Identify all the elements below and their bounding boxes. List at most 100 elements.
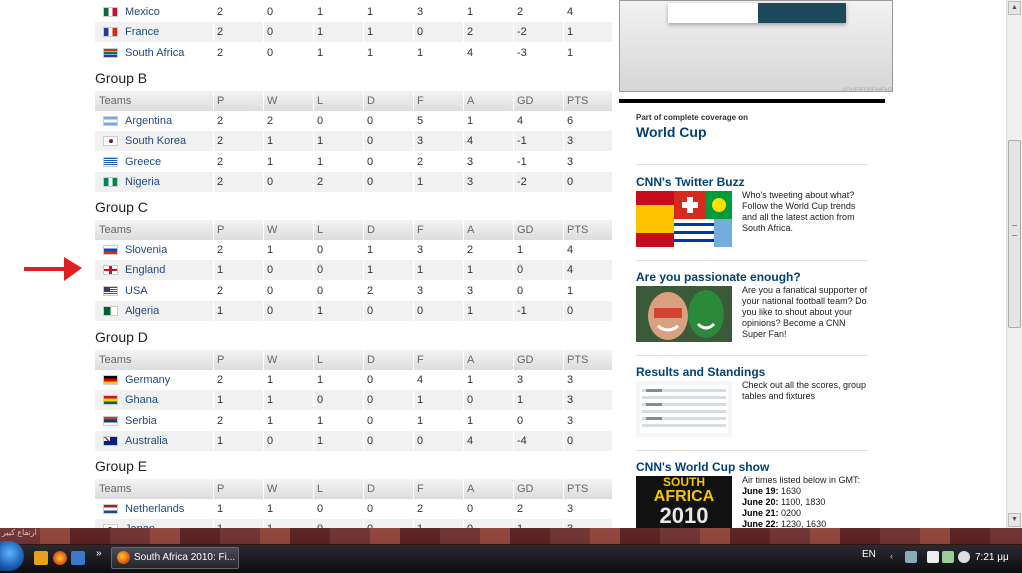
stat-cell: 4 (563, 2, 612, 22)
column-header: F (413, 479, 463, 499)
stat-cell: 0 (263, 42, 313, 63)
stat-cell: 2 (213, 111, 263, 131)
tray-app-icon[interactable] (927, 551, 939, 563)
advertisement-box[interactable] (619, 0, 893, 92)
flags-collage-image[interactable] (636, 191, 732, 247)
stat-cell: 1 (413, 519, 463, 528)
stat-cell: 1 (313, 2, 363, 22)
team-link[interactable]: Nigeria (125, 172, 160, 192)
table-header: Teams P W L D F A GD PTS (95, 350, 612, 370)
team-link[interactable]: France (125, 22, 159, 42)
team-link[interactable]: Japan (125, 519, 155, 528)
table-row: South Africa 2 0 1 1 1 4 -3 1 (95, 42, 612, 63)
stat-cell: 3 (563, 499, 612, 519)
scroll-down-button[interactable]: ▼ (1008, 513, 1021, 527)
results-standings-link[interactable]: Results and Standings (636, 365, 765, 379)
vertical-scrollbar[interactable]: ▲ ▼ (1006, 0, 1022, 528)
world-cup-show-link[interactable]: CNN's World Cup show (636, 460, 769, 474)
quicklaunch-media-icon[interactable] (34, 551, 48, 565)
column-header: P (213, 350, 263, 370)
stat-cell: 0 (463, 499, 513, 519)
taskbar-clock[interactable]: 7:21 μμ (975, 552, 1009, 563)
results-standings-text: Check out all the scores, group tables a… (742, 380, 867, 401)
column-header: Teams (99, 224, 132, 236)
flag-icon (103, 7, 118, 17)
team-link[interactable]: Algeria (125, 301, 159, 321)
column-header: L (313, 479, 363, 499)
team-cell: Australia (95, 431, 213, 451)
quicklaunch-desktop-icon[interactable] (71, 551, 85, 565)
table-row: Algeria 1 0 1 0 0 1 -1 0 (95, 300, 612, 321)
stat-cell: 1 (213, 390, 263, 411)
world-cup-link[interactable]: World Cup (636, 124, 707, 140)
team-cell: Slovenia (95, 240, 213, 260)
stat-cell: 1 (363, 260, 413, 281)
stat-cell: 1 (313, 131, 363, 152)
team-cell: Mexico (95, 2, 213, 22)
team-link[interactable]: Serbia (125, 411, 157, 431)
show-image-line2: AFRICA (653, 488, 715, 505)
team-link[interactable]: Netherlands (125, 499, 184, 519)
table-row: France 2 0 1 1 0 2 -2 1 (95, 22, 612, 43)
tray-network-icon[interactable] (905, 551, 917, 563)
team-link[interactable]: Slovenia (125, 240, 167, 260)
standings-thumbnail[interactable] (636, 381, 732, 437)
quicklaunch-firefox-icon[interactable] (53, 551, 67, 565)
column-header: Teams (99, 354, 132, 366)
team-link[interactable]: England (125, 260, 165, 280)
team-link[interactable]: Greece (125, 152, 161, 172)
stat-cell: 1 (263, 390, 313, 411)
twitter-buzz-link[interactable]: CNN's Twitter Buzz (636, 175, 745, 189)
stat-cell: 6 (563, 111, 612, 131)
stat-cell: 2 (213, 2, 263, 22)
south-africa-2010-image[interactable]: SOUTH AFRICA 2010 (636, 476, 732, 528)
column-header: L (313, 220, 363, 240)
stat-cell: 1 (513, 519, 563, 528)
stat-cell: 1 (263, 131, 313, 152)
stat-cell: 0 (363, 410, 413, 431)
tray-expand-icon[interactable]: ‹ (890, 551, 902, 563)
stat-cell: 1 (413, 410, 463, 431)
stat-cell: 1 (463, 410, 513, 431)
language-indicator[interactable]: EN (862, 549, 876, 560)
stat-cell: 0 (363, 171, 413, 192)
team-link[interactable]: Ghana (125, 390, 158, 410)
team-link[interactable]: South Africa (125, 43, 184, 63)
team-link[interactable]: Mexico (125, 2, 160, 22)
passionate-link[interactable]: Are you passionate enough? (636, 270, 801, 284)
column-header: GD (513, 350, 563, 370)
divider (636, 260, 868, 261)
column-header: PTS (563, 479, 612, 499)
tray-device-icon[interactable] (942, 551, 954, 563)
taskbar-window-label: South Africa 2010: Fi... (134, 552, 236, 563)
team-link[interactable]: South Korea (125, 131, 186, 151)
flag-icon (103, 47, 118, 58)
stat-cell: -3 (513, 42, 563, 63)
stat-cell: 2 (213, 280, 263, 301)
group-title: Group D (95, 329, 148, 345)
column-header: W (263, 350, 313, 370)
scroll-up-button[interactable]: ▲ (1008, 1, 1021, 15)
stat-cell: 3 (563, 131, 612, 152)
column-header: P (213, 91, 263, 111)
stat-cell: 2 (263, 111, 313, 131)
team-link[interactable]: Australia (125, 431, 168, 451)
stat-cell: -2 (513, 171, 563, 192)
team-link[interactable]: Germany (125, 370, 170, 390)
stat-cell: 1 (413, 260, 463, 281)
flag-icon (103, 156, 118, 167)
stat-cell: 1 (213, 260, 263, 281)
team-link[interactable]: USA (125, 281, 148, 301)
scroll-thumb[interactable] (1008, 140, 1021, 328)
fans-photo[interactable] (636, 286, 732, 342)
team-link[interactable]: Argentina (125, 111, 172, 131)
stat-cell: 3 (463, 151, 513, 172)
stat-cell: 0 (313, 499, 363, 519)
stat-cell: 1 (313, 22, 363, 43)
tray-volume-icon[interactable] (958, 551, 970, 563)
column-header: W (263, 479, 313, 499)
team-cell: England (95, 260, 213, 280)
stat-cell: 1 (413, 42, 463, 63)
taskbar-window-button[interactable]: South Africa 2010: Fi... (111, 547, 239, 569)
quicklaunch-overflow-chevron[interactable]: » (96, 548, 102, 559)
